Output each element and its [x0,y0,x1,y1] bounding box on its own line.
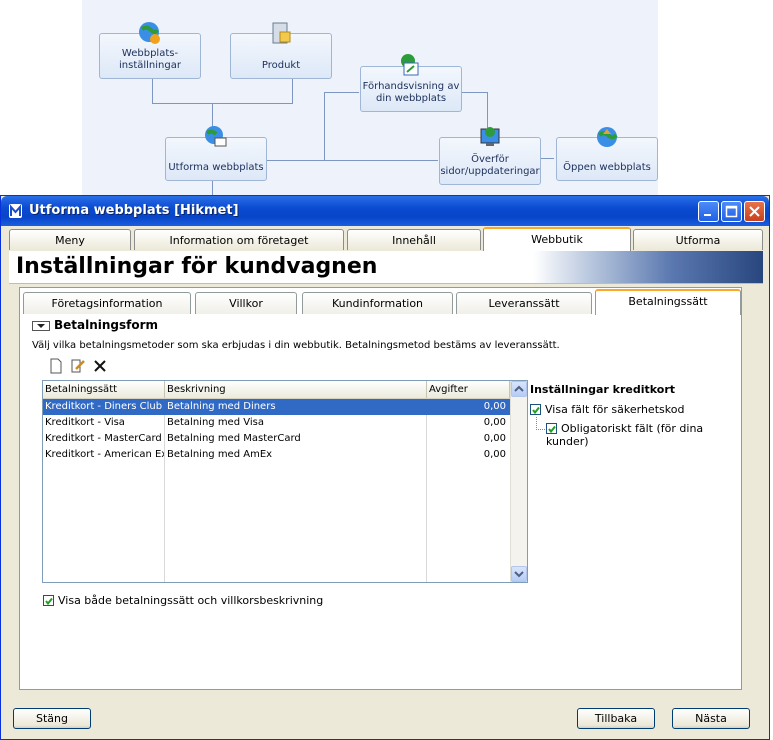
header-decoration [533,251,763,283]
subtab-terms[interactable]: Villkor [195,292,297,314]
payment-methods-grid: Betalningssätt Beskrivning Avgifter Kred… [42,380,528,583]
security-code-label: Visa fält för säkerhetskod [545,403,685,416]
cell-method: Kreditkort - Diners Club [45,401,163,412]
edit-icon[interactable] [70,358,86,374]
preview-icon [401,54,419,76]
checkmark-icon [532,406,540,415]
description: Välj vilka betalningsmetoder som ska erb… [32,340,560,351]
show-both-label: Visa både betalningssätt och villkorsbes… [58,594,324,607]
workflow-node-site-settings[interactable]: Webbplats-inställningar [99,22,201,79]
grid-header: Betalningssätt Beskrivning Avgifter [43,381,510,399]
monitor-globe-icon [480,127,500,146]
collapse-icon [32,320,50,331]
workflow-node-open-site[interactable]: Öppen webbplats [556,127,658,181]
table-row[interactable]: Kreditkort - Diners Club Betalning med D… [43,399,510,415]
cell-fee: 0,00 [483,401,506,412]
column-header[interactable]: Avgifter [427,381,510,398]
chevron-down-icon [514,571,524,578]
show-both-checkbox[interactable]: Visa både betalningssätt och villkorsbes… [43,594,323,607]
column-header[interactable]: Beskrivning [165,381,427,398]
table-row[interactable]: Kreditkort - American Express Betalning … [43,447,510,463]
vertical-scrollbar[interactable] [510,381,527,582]
cell-method: Kreditkort - MasterCard [45,433,162,444]
page-title: Inställningar för kundvagnen [16,254,378,279]
app-icon [9,204,22,218]
subtab-customer-info[interactable]: Kundinformation [302,292,453,314]
column-header[interactable]: Betalningssätt [43,381,165,398]
checkmark-icon [45,597,53,606]
globe-pen-icon [205,126,227,147]
node-label: sidor/uppdateringar [440,166,540,177]
tab-content[interactable]: Innehåll [347,229,481,250]
node-label: Överför [471,154,509,165]
cell-description: Betalning med MasterCard [167,433,301,444]
payment-content: Betalningsform Välj vilka betalningsmeto… [20,313,740,688]
cell-method: Kreditkort - Visa [45,417,125,428]
next-button[interactable]: Nästa [672,708,750,729]
workflow-node-product[interactable]: Produkt [230,22,332,79]
table-row[interactable]: Kreditkort - Visa Betalning med Visa 0,0… [43,415,510,431]
product-icon [272,22,291,44]
cell-description: Betalning med AmEx [167,449,273,460]
workflow-node-preview[interactable]: Förhandsvisning av din webbplats [360,54,462,112]
cell-description: Betalning med Visa [167,417,264,428]
chevron-up-icon [514,385,524,392]
node-label: Förhandsvisning av [362,81,460,92]
mandatory-field-checkbox[interactable]: Obligatoriskt fält (för dina kunder) [546,422,740,448]
back-button[interactable]: Tillbaka [577,708,655,729]
minimize-icon [704,214,711,216]
maximize-button[interactable] [721,201,742,222]
node-label: din webbplats [375,93,447,104]
cell-method: Kreditkort - American Express [45,449,164,460]
scroll-up-button[interactable] [511,381,527,397]
window-title: Utforma webbplats [Hikmet] [29,203,239,218]
subtab-delivery[interactable]: Leveranssätt [456,292,592,314]
close-icon [749,206,760,217]
tab-design[interactable]: Utforma [633,229,763,250]
credit-settings-title: Inställningar kreditkort [530,383,676,396]
subtab-company-info[interactable]: Företagsinformation [23,292,191,314]
tab-company-info[interactable]: Information om företaget [134,229,344,250]
tab-meny[interactable]: Meny [9,229,131,250]
workflow-node-design[interactable]: Utforma webbplats [165,126,267,181]
page-header: Inställningar för kundvagnen [9,251,763,284]
node-label: Webbplats- [121,48,179,59]
cell-fee: 0,00 [483,433,506,444]
scroll-down-button[interactable] [511,566,527,582]
checkmark-icon [548,425,556,434]
delete-icon[interactable] [92,358,108,374]
node-label: Öppen webbplats [563,162,651,173]
section-header[interactable]: Betalningsform [32,318,158,332]
globe-gear-icon [139,22,160,44]
table-row[interactable]: Kreditkort - MasterCard Betalning med Ma… [43,431,510,447]
section-title: Betalningsform [54,318,159,332]
node-label: Produkt [261,60,301,71]
new-document-icon[interactable] [48,358,64,374]
mandatory-field-label: Obligatoriskt fält (för dina kunder) [546,422,704,448]
maximize-icon [725,205,738,218]
title-bar[interactable]: Utforma webbplats [Hikmet] [1,196,769,226]
cell-fee: 0,00 [483,417,506,428]
checkbox[interactable] [43,595,54,606]
node-label: inställningar [119,60,181,71]
sub-tabs: Företagsinformation Villkor Kundinformat… [21,289,742,315]
close-button[interactable]: Stäng [13,708,91,729]
security-code-checkbox[interactable]: Visa fält för säkerhetskod [530,403,684,416]
globe-home-icon [597,127,618,147]
close-window-button[interactable] [744,201,765,222]
main-tabs: Meny Information om företaget Innehåll W… [9,227,765,251]
checkbox[interactable] [530,404,541,415]
workflow-node-upload[interactable]: Överför sidor/uppdateringar [439,127,541,185]
node-label: Utforma webbplats [168,162,264,173]
tab-webshop[interactable]: Webbutik [483,227,631,251]
checkbox[interactable] [546,423,557,434]
cell-fee: 0,00 [483,449,506,460]
cell-description: Betalning med Diners [167,401,276,412]
subtab-payment[interactable]: Betalningssätt [595,289,741,315]
minimize-button[interactable] [698,201,719,222]
